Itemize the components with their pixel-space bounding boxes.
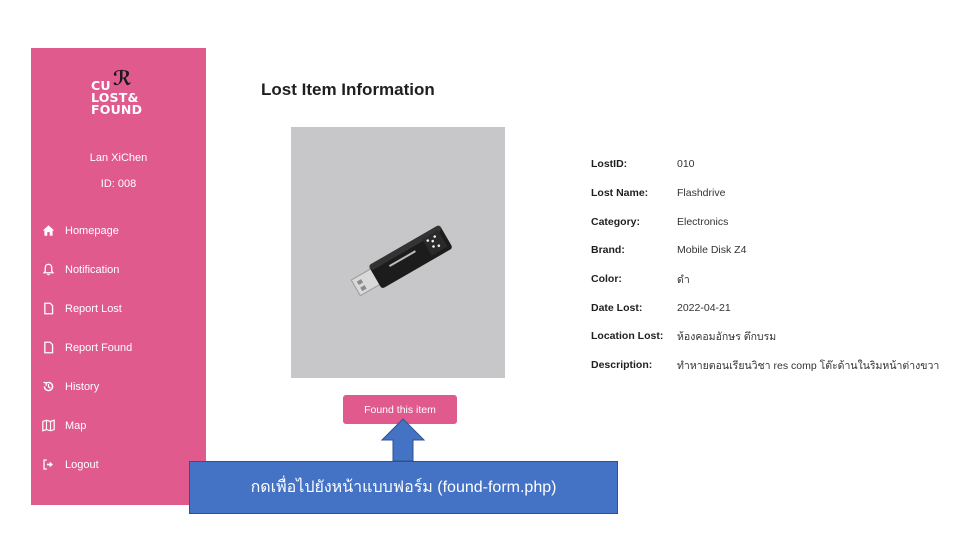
home-icon — [41, 224, 55, 238]
sidebar-item-report-found[interactable]: Report Found — [31, 328, 206, 367]
sidebar-nav: Homepage Notification Report Lost Report… — [31, 211, 206, 484]
file-icon — [41, 302, 55, 316]
logout-icon — [41, 458, 55, 472]
detail-row: Brand: Mobile Disk Z4 — [591, 236, 939, 265]
sidebar-item-homepage[interactable]: Homepage — [31, 211, 206, 250]
sidebar-item-logout[interactable]: Logout — [31, 445, 206, 484]
up-arrow-icon — [380, 418, 426, 462]
detail-value: ดำ — [677, 273, 690, 286]
sidebar-item-label: Report Found — [65, 341, 133, 354]
sidebar: ℛ CU LOST& FOUND Lan XiChen ID: 008 Home… — [31, 48, 206, 505]
detail-key: Lost Name: — [591, 187, 649, 200]
detail-row: Category: Electronics — [591, 207, 939, 236]
detail-row: Description: ทำหายตอนเรียนวิชา res comp … — [591, 351, 939, 380]
logo-text: CU LOST& FOUND — [91, 79, 143, 117]
sidebar-item-map[interactable]: Map — [31, 406, 206, 445]
detail-key: Date Lost: — [591, 301, 643, 314]
user-id: ID: 008 — [100, 178, 137, 190]
sidebar-item-label: Homepage — [65, 224, 119, 237]
detail-key: Category: — [591, 215, 641, 228]
item-photo — [291, 127, 505, 378]
detail-value: Electronics — [677, 215, 729, 228]
detail-key: LostID: — [591, 158, 628, 171]
map-icon — [41, 419, 55, 433]
sidebar-item-label: Logout — [65, 458, 99, 471]
detail-row: Lost Name: Flashdrive — [591, 179, 939, 208]
history-icon — [41, 380, 55, 394]
detail-key: Description: — [591, 359, 653, 372]
annotation-callout: กดเพื่อไปยังหน้าแบบฟอร์ม (found-form.php… — [189, 461, 618, 514]
file-icon — [41, 341, 55, 355]
bell-icon — [41, 263, 55, 277]
cu-lost-found-logo[interactable]: ℛ CU LOST& FOUND — [89, 68, 159, 124]
sidebar-item-report-lost[interactable]: Report Lost — [31, 289, 206, 328]
sidebar-item-label: History — [65, 380, 100, 393]
sidebar-item-label: Notification — [65, 263, 120, 276]
detail-key: Location Lost: — [591, 330, 664, 343]
detail-value: 010 — [677, 158, 695, 171]
detail-key: Brand: — [591, 244, 625, 257]
detail-row: Color: ดำ — [591, 265, 939, 294]
detail-value: Mobile Disk Z4 — [677, 244, 747, 257]
detail-value: 2022-04-21 — [677, 301, 731, 314]
detail-key: Color: — [591, 273, 622, 286]
item-details: LostID: 010 Lost Name: Flashdrive Catego… — [591, 150, 939, 380]
sidebar-item-label: Map — [65, 419, 87, 432]
detail-row: LostID: 010 — [591, 150, 939, 179]
sidebar-item-history[interactable]: History — [31, 367, 206, 406]
detail-value: ห้องคอมอักษร ตึกบรม — [677, 330, 777, 343]
page-title: Lost Item Information — [261, 80, 435, 99]
user-name: Lan XiChen — [89, 152, 148, 164]
detail-row: Location Lost: ห้องคอมอักษร ตึกบรม — [591, 322, 939, 351]
flashdrive-image — [350, 225, 452, 297]
sidebar-item-notification[interactable]: Notification — [31, 250, 206, 289]
logo-line: FOUND — [91, 102, 143, 117]
detail-row: Date Lost: 2022-04-21 — [591, 293, 939, 322]
sidebar-item-label: Report Lost — [65, 302, 122, 315]
detail-value: ทำหายตอนเรียนวิชา res comp โต๊ะด้านในริม… — [677, 359, 940, 372]
detail-value: Flashdrive — [677, 187, 726, 200]
